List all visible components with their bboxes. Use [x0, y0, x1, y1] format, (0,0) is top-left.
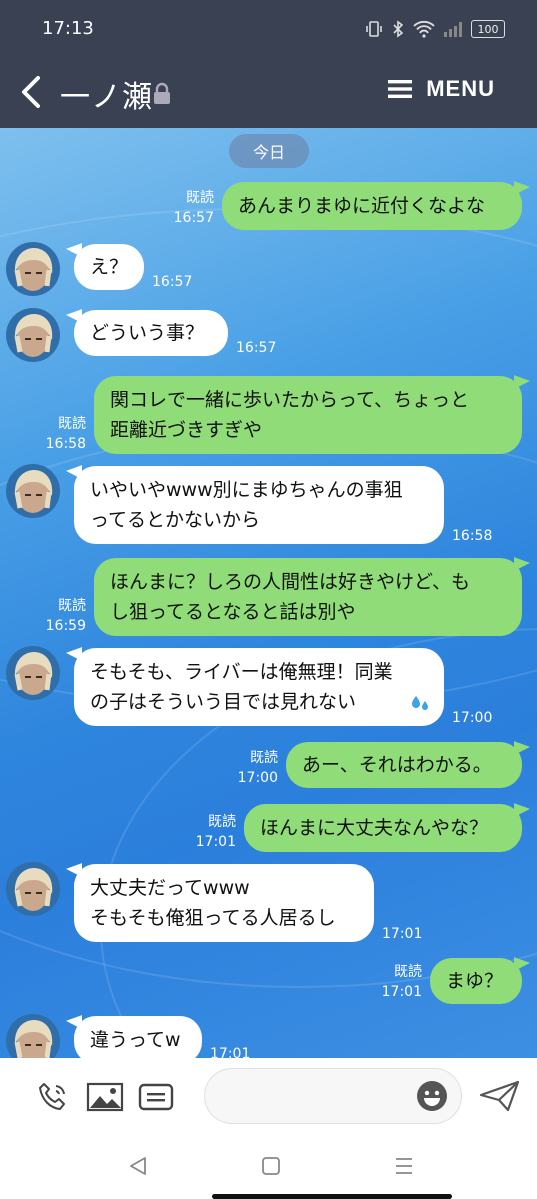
message-time: 17:01 [210, 1046, 251, 1058]
battery-indicator: 100 [471, 20, 505, 38]
read-receipt: 既読 [250, 750, 278, 766]
menu-button[interactable]: MENU [388, 76, 495, 102]
avatar[interactable] [6, 1014, 60, 1058]
avatar-photo [6, 1014, 60, 1058]
avatar-photo [6, 308, 60, 362]
message-meta: 既読 16:57 [160, 188, 214, 228]
message-bubble-outgoing[interactable]: まゆ？ [430, 958, 522, 1004]
message-bubble-incoming[interactable]: どういう事？ [74, 310, 228, 356]
status-bar: 17:13 100 [0, 0, 537, 56]
nav-home-button[interactable] [260, 1154, 282, 1182]
message-bubble-incoming[interactable]: いやいやwww別にまゆちゃんの事狙 ってるとかないから [74, 466, 444, 544]
chat-title: 一ノ瀬 [60, 80, 153, 115]
read-receipt: 既読 [58, 416, 86, 432]
avatar-photo [6, 242, 60, 296]
message-time: 16:58 [452, 528, 493, 544]
avatar[interactable] [6, 308, 60, 362]
nav-recents-button[interactable] [392, 1154, 416, 1182]
emoji-button[interactable] [416, 1080, 448, 1116]
avatar-photo [6, 862, 60, 916]
message-time: 17:01 [382, 926, 423, 942]
call-button[interactable] [36, 1080, 70, 1118]
message-bubble-outgoing[interactable]: ほんまに大丈夫なんやな？ [244, 804, 522, 852]
vibrate-icon [366, 21, 382, 37]
image-button[interactable] [86, 1080, 124, 1118]
message-time: 16:57 [152, 274, 193, 290]
message-time: 17:01 [381, 984, 422, 1000]
sweat-drops-emoji-icon [412, 696, 428, 710]
sticker-button[interactable] [138, 1080, 174, 1118]
message-time: 17:00 [237, 770, 278, 786]
triangle-back-icon [130, 1157, 146, 1175]
sticker-icon [138, 1083, 174, 1111]
message-bubble-incoming[interactable]: 違うってw [74, 1016, 202, 1058]
message-meta: 既読 17:01 [184, 812, 236, 852]
send-button[interactable] [478, 1078, 522, 1118]
read-receipt: 既読 [58, 598, 86, 614]
phone-icon [39, 1083, 65, 1110]
avatar-photo [6, 464, 60, 518]
message-bubble-outgoing[interactable]: ほんまに？しろの人間性は好きやけど、も し狙ってるとなると話は別や [94, 558, 522, 636]
wifi-icon [413, 20, 435, 38]
message-bubble-outgoing[interactable]: あんまりまゆに近付くなよな [222, 182, 522, 230]
chat-header: 一ノ瀬 MENU [0, 56, 537, 128]
message-meta: 既読 17:00 [226, 748, 278, 788]
signal-icon [444, 22, 462, 37]
message-time: 17:01 [195, 834, 236, 850]
avatar-photo [6, 646, 60, 700]
message-bubble-incoming[interactable]: そもそも、ライバーは俺無理！同業 の子はそういう目では見れない [74, 648, 444, 726]
message-time: 16:57 [173, 210, 214, 226]
home-indicator [212, 1194, 452, 1199]
chat-area[interactable]: 今日 既読 16:57 あんまりまゆに近付くなよな え？ 16:57 どういう事… [0, 128, 537, 1058]
read-receipt: 既読 [186, 190, 214, 206]
nav-back-button[interactable] [126, 1154, 150, 1182]
message-meta: 既読 16:59 [40, 596, 86, 636]
date-separator: 今日 [229, 134, 309, 168]
message-time: 17:00 [452, 710, 493, 726]
message-bubble-incoming[interactable]: え？ [74, 244, 144, 290]
avatar[interactable] [6, 242, 60, 296]
image-icon [86, 1082, 124, 1112]
menu-lines-icon [396, 1158, 412, 1174]
hamburger-icon [388, 80, 413, 98]
read-receipt: 既読 [394, 964, 422, 980]
menu-label: MENU [426, 76, 495, 101]
read-receipt: 既読 [208, 814, 236, 830]
message-bubble-outgoing[interactable]: 関コレで一緒に歩いたからって、ちょっと 距離近づきすぎや [94, 376, 522, 454]
message-meta: 既読 16:58 [40, 414, 86, 454]
lock-icon [154, 82, 170, 104]
message-bubble-incoming[interactable]: 大丈夫だってwww そもそも俺狙ってる人居るし [74, 864, 374, 942]
status-time: 17:13 [42, 18, 94, 39]
message-bubble-outgoing[interactable]: あー、それはわかる。 [286, 742, 522, 788]
message-input-bar [0, 1058, 537, 1136]
avatar[interactable] [6, 464, 60, 518]
message-time: 16:58 [45, 436, 86, 452]
system-nav-bar [0, 1136, 537, 1199]
chevron-left-icon [22, 76, 40, 108]
emoji-icon [417, 1081, 447, 1111]
message-time: 16:59 [45, 618, 86, 634]
back-button[interactable] [14, 72, 50, 112]
square-home-icon [262, 1157, 280, 1175]
avatar[interactable] [6, 862, 60, 916]
message-time: 16:57 [236, 340, 277, 356]
send-icon [479, 1080, 520, 1112]
avatar[interactable] [6, 646, 60, 700]
status-icons: 100 [365, 20, 505, 38]
message-meta: 既読 17:01 [370, 962, 422, 1002]
message-text: そもそも、ライバーは俺無理！同業 の子はそういう目では見れない [90, 661, 393, 713]
bluetooth-icon [393, 20, 404, 38]
